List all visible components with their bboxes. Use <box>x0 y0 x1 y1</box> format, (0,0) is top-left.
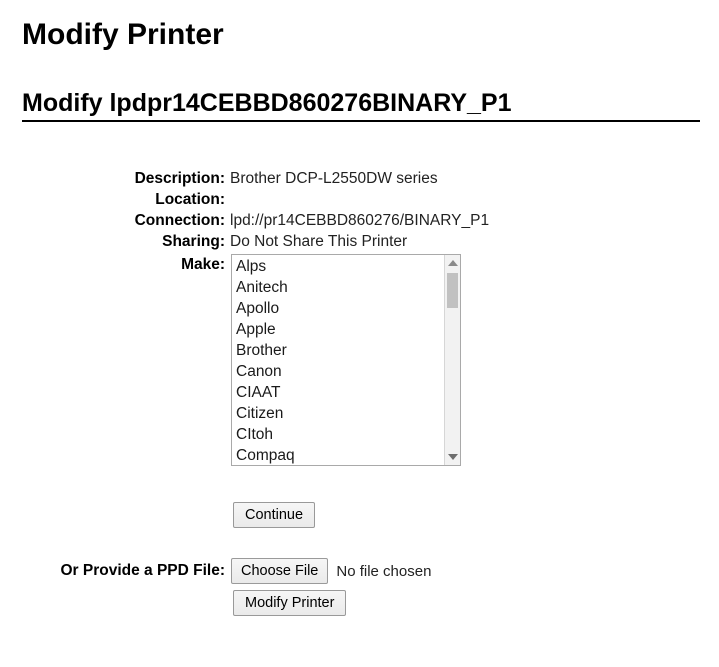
continue-button-container: Continue <box>233 502 316 528</box>
ppd-file-row: Or Provide a PPD File: Choose File No fi… <box>0 558 431 584</box>
sharing-label: Sharing: <box>162 233 225 250</box>
connection-label: Connection: <box>134 212 225 229</box>
ppd-file-input[interactable]: Choose File No file chosen <box>231 558 431 584</box>
description-value: Brother DCP-L2550DW series <box>230 170 438 187</box>
list-item[interactable]: Brother <box>232 340 444 361</box>
description-label: Description: <box>134 170 225 187</box>
choose-file-button[interactable]: Choose File <box>231 558 329 584</box>
attribute-row-sharing: Sharing: Do Not Share This Printer <box>0 231 719 252</box>
make-label: Make: <box>181 256 225 273</box>
list-item[interactable]: Compaq <box>232 445 444 465</box>
list-item[interactable]: Citizen <box>232 403 444 424</box>
list-item[interactable]: Canon <box>232 361 444 382</box>
printer-attributes: Description: Brother DCP-L2550DW series … <box>0 168 719 466</box>
attribute-row-connection: Connection: lpd://pr14CEBBD860276/BINARY… <box>0 210 719 231</box>
make-listbox-options[interactable]: Alps Anitech Apollo Apple Brother Canon … <box>232 255 444 465</box>
printer-name-heading: Modify lpdpr14CEBBD860276BINARY_P1 <box>22 89 512 117</box>
make-listbox[interactable]: Alps Anitech Apollo Apple Brother Canon … <box>231 254 461 466</box>
list-item[interactable]: Apollo <box>232 298 444 319</box>
page-title: Modify Printer <box>22 18 224 51</box>
list-item[interactable]: CItoh <box>232 424 444 445</box>
modify-printer-button-container: Modify Printer <box>233 590 347 616</box>
attribute-row-location: Location: <box>0 189 719 210</box>
file-chosen-status: No file chosen <box>336 562 432 580</box>
list-item[interactable]: Anitech <box>232 277 444 298</box>
modify-printer-button[interactable]: Modify Printer <box>233 590 347 616</box>
make-listbox-scrollbar[interactable] <box>444 255 460 465</box>
attribute-row-make: Make: Alps Anitech Apollo Apple Brother … <box>0 254 719 466</box>
connection-value: lpd://pr14CEBBD860276/BINARY_P1 <box>230 212 490 229</box>
list-item[interactable]: CIAAT <box>232 382 444 403</box>
location-label: Location: <box>155 191 225 208</box>
attribute-row-description: Description: Brother DCP-L2550DW series <box>0 168 719 189</box>
sharing-value: Do Not Share This Printer <box>230 233 408 250</box>
scroll-down-arrow-icon[interactable] <box>445 449 460 465</box>
continue-button[interactable]: Continue <box>233 502 316 528</box>
scroll-up-arrow-icon[interactable] <box>445 255 460 271</box>
modify-printer-page: Modify Printer Modify lpdpr14CEBBD860276… <box>0 0 719 667</box>
list-item[interactable]: Alps <box>232 256 444 277</box>
scrollbar-thumb[interactable] <box>447 273 458 308</box>
printer-heading-container: Modify lpdpr14CEBBD860276BINARY_P1 <box>22 88 700 122</box>
list-item[interactable]: Apple <box>232 319 444 340</box>
ppd-file-label: Or Provide a PPD File: <box>60 562 225 579</box>
